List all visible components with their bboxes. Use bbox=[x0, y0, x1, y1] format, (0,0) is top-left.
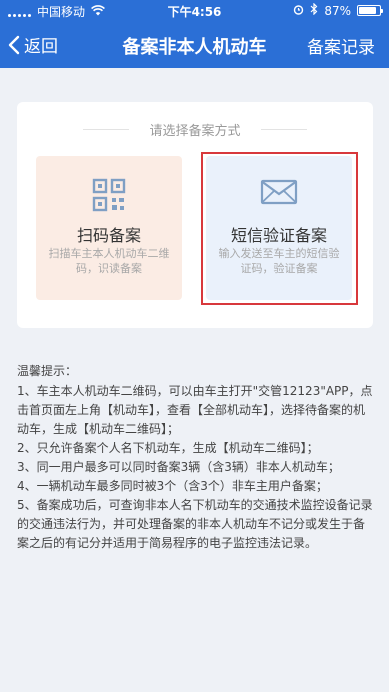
bluetooth-icon bbox=[310, 2, 318, 18]
selection-highlight bbox=[201, 152, 358, 305]
scan-qr-option[interactable]: 扫码备案 扫描车主本人机动车二维码，识读备案 bbox=[36, 156, 182, 300]
tips-section: 温馨提示： 1、车主本人机动车二维码，可以由车主打开"交管12123"APP，点… bbox=[17, 362, 375, 553]
tip-item: 1、车主本人机动车二维码，可以由车主打开"交管12123"APP，点击首页面左上… bbox=[17, 384, 373, 436]
scan-qr-desc: 扫描车主本人机动车二维码，识读备案 bbox=[48, 247, 170, 275]
battery-icon bbox=[357, 5, 383, 16]
scan-qr-title: 扫码备案 bbox=[76, 226, 141, 245]
tip-item: 3、同一用户最多可以同时备案3辆（含3辆）非本人机动车； bbox=[17, 460, 340, 474]
tips-title: 温馨提示： bbox=[17, 364, 78, 378]
nav-bar: 返回 备案非本人机动车 备案记录 bbox=[0, 22, 389, 68]
alarm-icon bbox=[293, 4, 304, 18]
tip-item: 2、只允许备案个人名下机动车，生成【机动车二维码】； bbox=[17, 441, 319, 455]
battery-percent: 87% bbox=[324, 3, 351, 18]
tip-item: 5、备案成功后，可查询非本人名下机动车的交通技术监控设备记录的交通违法行为，并可… bbox=[17, 498, 373, 550]
app-header: 中国移动 下午4:56 87% 返回 备案非本人机动车 备案记录 bbox=[0, 0, 389, 68]
battery-level bbox=[359, 7, 376, 14]
qr-code-icon bbox=[36, 178, 182, 212]
status-right: 87% bbox=[293, 2, 383, 18]
method-hint: 请选择备案方式 bbox=[17, 120, 373, 139]
records-button[interactable]: 备案记录 bbox=[307, 33, 375, 58]
tip-item: 4、一辆机动车最多同时被3个（含3个）非车主用户备案； bbox=[17, 479, 328, 493]
method-card: 请选择备案方式 扫码备案 扫描车主本人机动车二维码，识读备案 短信验证备案 输入… bbox=[17, 102, 373, 328]
status-bar: 中国移动 下午4:56 87% bbox=[0, 0, 389, 22]
